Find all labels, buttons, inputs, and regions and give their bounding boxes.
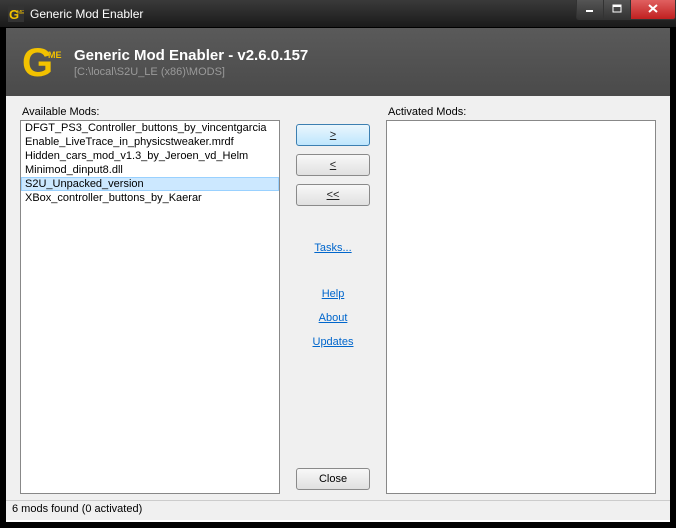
titlebar-text: Generic Mod Enabler bbox=[30, 7, 577, 21]
header-title: Generic Mod Enabler - v2.6.0.157 bbox=[74, 47, 308, 64]
available-column: Available Mods: DFGT_PS3_Controller_butt… bbox=[20, 106, 280, 494]
about-link[interactable]: About bbox=[319, 312, 348, 324]
window-controls bbox=[577, 0, 676, 20]
list-item[interactable]: Enable_LiveTrace_in_physicstweaker.mrdf bbox=[21, 135, 279, 149]
activated-mods-list[interactable] bbox=[386, 120, 656, 494]
list-item[interactable]: Hidden_cars_mod_v1.3_by_Jeroen_vd_Helm bbox=[21, 149, 279, 163]
available-label: Available Mods: bbox=[22, 106, 280, 118]
list-item[interactable]: DFGT_PS3_Controller_buttons_by_vincentga… bbox=[21, 121, 279, 135]
help-link[interactable]: Help bbox=[322, 288, 345, 300]
close-button[interactable]: Close bbox=[296, 468, 370, 490]
window: GME Generic Mod Enabler GME Generic Mod … bbox=[0, 0, 676, 528]
minimize-button[interactable] bbox=[576, 0, 604, 20]
titlebar[interactable]: GME Generic Mod Enabler bbox=[0, 0, 676, 28]
updates-link[interactable]: Updates bbox=[313, 336, 354, 348]
close-window-button[interactable] bbox=[630, 0, 676, 20]
tasks-link[interactable]: Tasks... bbox=[314, 242, 351, 254]
maximize-button[interactable] bbox=[603, 0, 631, 20]
list-item[interactable]: Minimod_dinput8.dll bbox=[21, 163, 279, 177]
activate-button[interactable]: > bbox=[296, 124, 370, 146]
header: GME Generic Mod Enabler - v2.6.0.157 [C:… bbox=[6, 28, 670, 96]
deactivate-button[interactable]: < bbox=[296, 154, 370, 176]
deactivate-all-button[interactable]: << bbox=[296, 184, 370, 206]
frame: GME Generic Mod Enabler - v2.6.0.157 [C:… bbox=[6, 28, 670, 522]
svg-text:ME: ME bbox=[48, 50, 62, 60]
activated-column: Activated Mods: bbox=[386, 106, 656, 494]
available-mods-list[interactable]: DFGT_PS3_Controller_buttons_by_vincentga… bbox=[20, 120, 280, 494]
app-icon: GME bbox=[8, 6, 24, 22]
middle-column: > < << Tasks... Help About Updates Close bbox=[280, 106, 386, 494]
body: Available Mods: DFGT_PS3_Controller_butt… bbox=[6, 96, 670, 500]
header-path: [C:\local\S2U_LE (x86)\MODS] bbox=[74, 66, 308, 78]
list-item[interactable]: XBox_controller_buttons_by_Kaerar bbox=[21, 191, 279, 205]
activated-label: Activated Mods: bbox=[388, 106, 656, 118]
svg-text:ME: ME bbox=[17, 10, 24, 16]
status-bar: 6 mods found (0 activated) bbox=[6, 500, 670, 520]
list-item[interactable]: S2U_Unpacked_version bbox=[21, 177, 279, 191]
logo-icon: GME bbox=[22, 42, 62, 82]
svg-text:G: G bbox=[22, 42, 53, 82]
